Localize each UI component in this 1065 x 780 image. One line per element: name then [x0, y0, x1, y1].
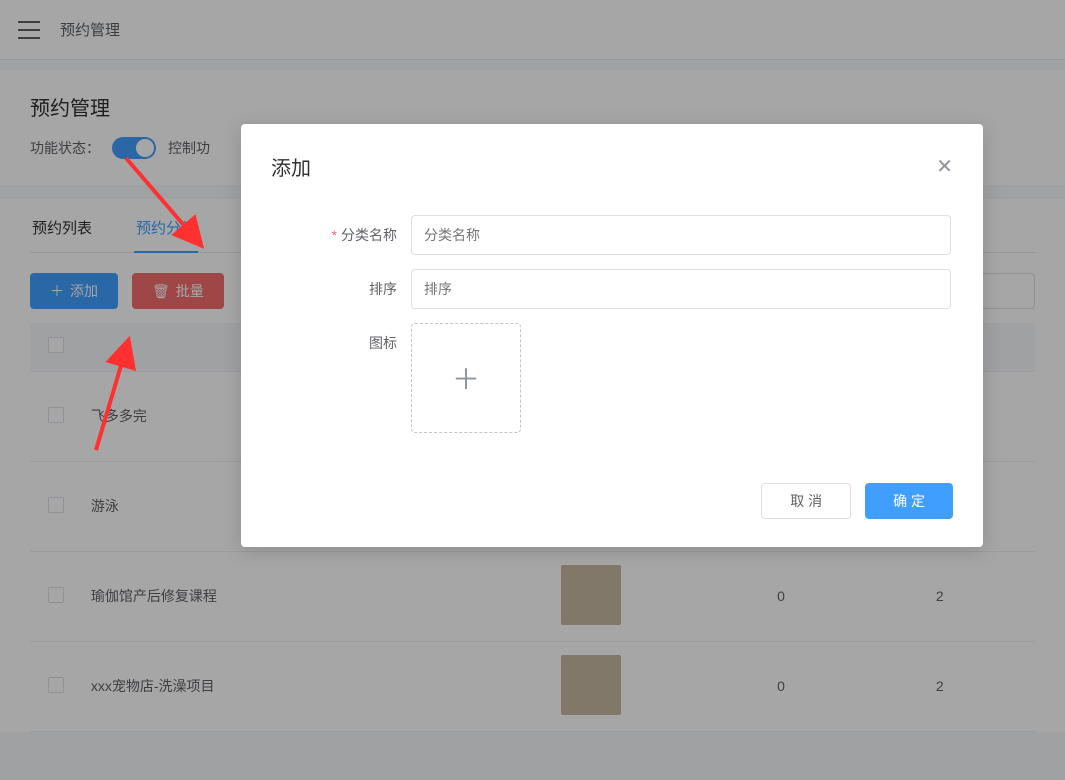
modal-title: 添加: [271, 152, 311, 181]
label-sort: 排序: [369, 281, 397, 297]
add-category-modal: 添加 ✕ *分类名称 排序 图标 ＋ 取 消 确 定: [241, 124, 983, 547]
cancel-button[interactable]: 取 消: [761, 483, 851, 519]
confirm-button[interactable]: 确 定: [865, 483, 953, 519]
icon-uploader[interactable]: ＋: [411, 323, 521, 433]
label-icon: 图标: [369, 335, 397, 351]
plus-icon: ＋: [452, 358, 480, 398]
label-name: 分类名称: [341, 227, 397, 243]
close-icon[interactable]: ✕: [936, 157, 953, 177]
category-name-input[interactable]: [411, 215, 951, 255]
sort-input[interactable]: [411, 269, 951, 309]
